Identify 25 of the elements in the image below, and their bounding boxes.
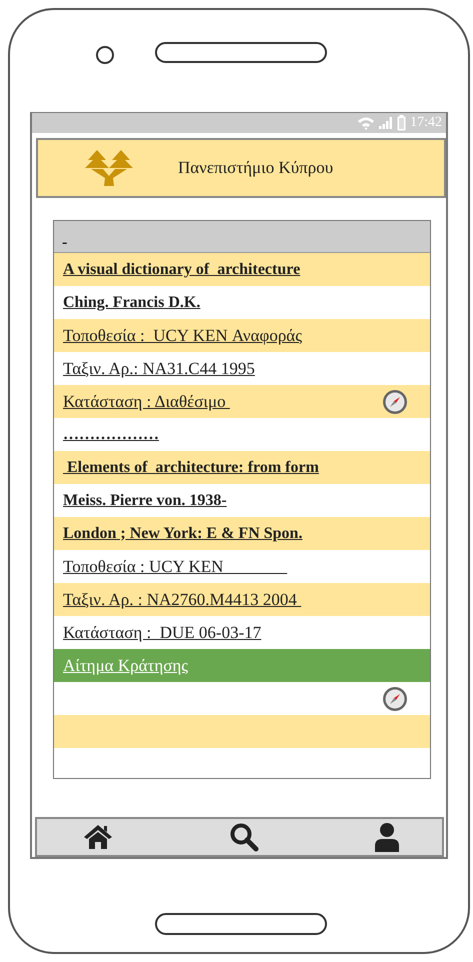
record-link[interactable]: Ταξιν. Αρ. : NA2760.M4413 2004 <box>63 590 302 610</box>
record-link[interactable]: Τοποθεσία : UCY KEN <box>63 556 288 576</box>
university-title: Πανεπιστήμιο Κύπρου <box>178 158 334 178</box>
search-icon[interactable] <box>228 822 258 852</box>
record-link[interactable]: London ; New York: E & FN Spon. <box>63 524 302 542</box>
home-icon[interactable] <box>83 824 113 850</box>
record-link[interactable]: Ching. Francis D.K. <box>63 294 200 312</box>
camera-dot <box>96 46 114 64</box>
home-button[interactable] <box>155 913 327 935</box>
record-link[interactable]: ……………… <box>63 426 159 444</box>
battery-icon <box>397 115 406 131</box>
record-link[interactable]: Ταξιν. Αρ.: NA31.C44 1995 <box>63 358 255 378</box>
record-link[interactable]: Elements of architecture: from form <box>63 458 319 476</box>
record-link[interactable]: Τοποθεσία : UCY KEN Αναφοράς <box>63 326 302 346</box>
record-link[interactable]: Meiss. Pierre von. 1938- <box>63 492 227 510</box>
list-header: - <box>54 221 430 253</box>
tree-logo-icon <box>84 150 134 186</box>
record-link[interactable]: Κατάσταση : Διαθέσιμο <box>63 392 230 412</box>
record-link[interactable]: Κατάσταση : DUE 06-03-17 <box>63 622 262 642</box>
compass-icon[interactable] <box>382 686 408 712</box>
record-link[interactable]: A visual dictionary of architecture <box>63 260 300 278</box>
user-icon[interactable] <box>374 822 400 852</box>
signal-icon <box>379 117 394 129</box>
compass-icon[interactable] <box>382 388 408 414</box>
wifi-icon <box>357 116 376 130</box>
